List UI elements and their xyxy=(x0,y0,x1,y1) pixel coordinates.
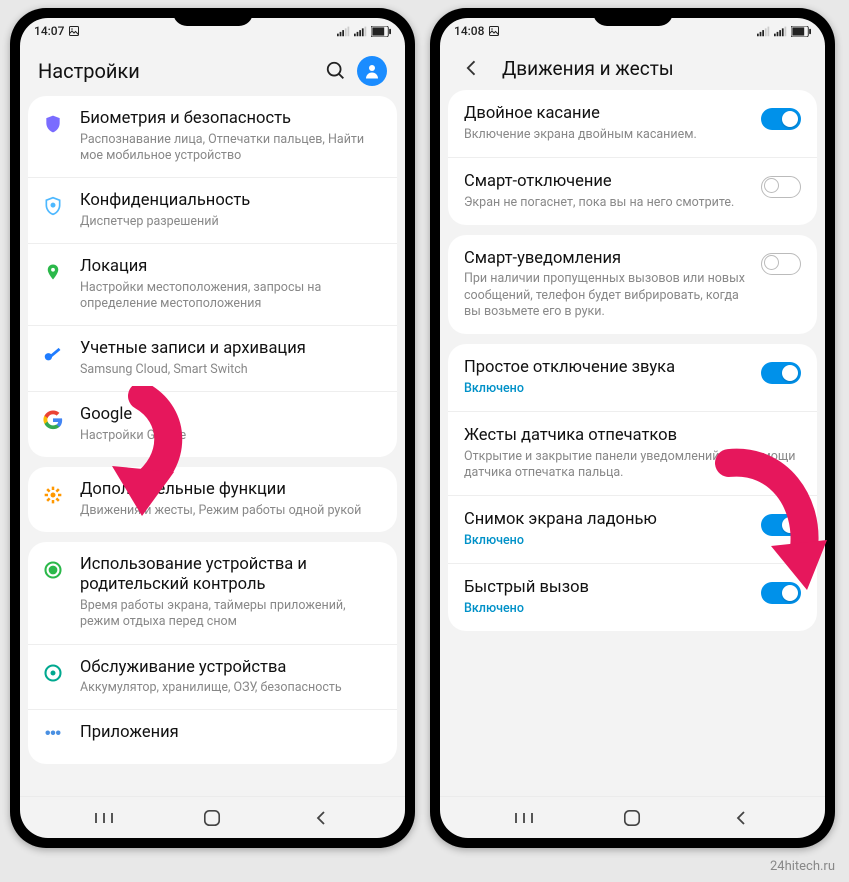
item-title: Дополнительные функции xyxy=(80,480,381,501)
gesture-item-easy-mute[interactable]: Простое отключение звука Включено xyxy=(448,344,817,412)
battery-icon xyxy=(791,26,811,37)
settings-item-privacy[interactable]: Конфиденциальность Диспетчер разрешений xyxy=(28,178,397,244)
picture-icon xyxy=(488,25,500,37)
nav-recent-button[interactable] xyxy=(499,803,549,833)
nav-recent-button[interactable] xyxy=(79,803,129,833)
item-title: Локация xyxy=(80,257,381,278)
phone-right: 14:08 Движения и жесты xyxy=(430,8,835,848)
shield-icon xyxy=(40,111,66,137)
item-title: Смарт-уведомления xyxy=(464,249,751,270)
signal-icon xyxy=(337,25,351,37)
item-subtitle: Включено xyxy=(464,381,751,397)
item-subtitle: Включение экрана двойным касанием. xyxy=(464,127,751,143)
settings-item-advanced[interactable]: Дополнительные функции Движения и жесты,… xyxy=(28,467,397,532)
item-subtitle: При наличии пропущенных вызовов или новы… xyxy=(464,271,751,320)
item-title: Конфиденциальность xyxy=(80,191,381,212)
lock-shield-icon xyxy=(40,193,66,219)
item-title: Снимок экрана ладонью xyxy=(464,510,751,531)
settings-item-apps[interactable]: Приложения xyxy=(28,710,397,764)
item-subtitle: Настройки Google xyxy=(80,428,381,444)
watermark: 24hitech.ru xyxy=(770,859,835,874)
item-subtitle: Диспетчер разрешений xyxy=(80,214,381,230)
settings-item-google[interactable]: Google Настройки Google xyxy=(28,392,397,457)
navigation-bar xyxy=(440,796,825,838)
item-title: Приложения xyxy=(80,723,381,744)
item-subtitle: Включено xyxy=(464,533,751,549)
key-icon xyxy=(40,341,66,367)
item-title: Жесты датчика отпечатков xyxy=(464,426,801,447)
item-subtitle: Открытие и закрытие панели уведомлений п… xyxy=(464,449,801,482)
signal-icon xyxy=(757,25,771,37)
item-subtitle: Экран не погаснет, пока вы на него смотр… xyxy=(464,195,751,211)
status-time: 14:08 xyxy=(454,24,484,38)
gestures-header: Движения и жесты xyxy=(440,42,825,90)
item-title: Биометрия и безопасность xyxy=(80,109,381,130)
gesture-item-fingerprint[interactable]: Жесты датчика отпечатков Открытие и закр… xyxy=(448,412,817,496)
item-subtitle: Время работы экрана, таймеры приложений,… xyxy=(80,598,381,631)
item-subtitle: Распознавание лица, Отпечатки пальцев, Н… xyxy=(80,132,381,165)
settings-item-device-care[interactable]: Обслуживание устройства Аккумулятор, хра… xyxy=(28,645,397,711)
picture-icon xyxy=(68,25,80,37)
profile-avatar[interactable] xyxy=(357,56,387,86)
item-title: Google xyxy=(80,405,381,426)
device-care-icon xyxy=(40,660,66,686)
status-time: 14:07 xyxy=(34,24,64,38)
page-title: Настройки xyxy=(38,59,315,83)
search-icon[interactable] xyxy=(325,60,347,82)
settings-item-wellbeing[interactable]: Использование устройства и родительский … xyxy=(28,542,397,645)
toggle-switch[interactable] xyxy=(761,253,801,275)
item-subtitle: Настройки местоположения, запросы на опр… xyxy=(80,280,381,313)
nav-home-button[interactable] xyxy=(607,803,657,833)
toggle-switch[interactable] xyxy=(761,362,801,384)
location-pin-icon xyxy=(40,259,66,285)
nav-back-button[interactable] xyxy=(716,803,766,833)
item-title: Быстрый вызов xyxy=(464,578,751,599)
gesture-item-direct-call[interactable]: Быстрый вызов Включено xyxy=(448,564,817,631)
phone-left: 14:07 Настройки xyxy=(10,8,415,848)
gesture-item-smart-stay[interactable]: Смарт-отключение Экран не погаснет, пока… xyxy=(448,158,817,225)
toggle-switch[interactable] xyxy=(761,108,801,130)
wellbeing-icon xyxy=(40,557,66,583)
toggle-switch[interactable] xyxy=(761,176,801,198)
gesture-item-smart-alert[interactable]: Смарт-уведомления При наличии пропущенны… xyxy=(448,235,817,334)
settings-item-biometrics[interactable]: Биометрия и безопасность Распознавание л… xyxy=(28,96,397,178)
item-title: Использование устройства и родительский … xyxy=(80,555,381,596)
apps-grid-icon xyxy=(40,725,66,751)
gear-flower-icon xyxy=(40,482,66,508)
google-icon xyxy=(40,407,66,433)
gesture-item-palm-swipe[interactable]: Снимок экрана ладонью Включено xyxy=(448,496,817,564)
gesture-item-double-tap[interactable]: Двойное касание Включение экрана двойным… xyxy=(448,90,817,158)
nav-home-button[interactable] xyxy=(187,803,237,833)
signal-icon-2 xyxy=(774,25,788,37)
toggle-switch[interactable] xyxy=(761,514,801,536)
nav-back-button[interactable] xyxy=(296,803,346,833)
toggle-switch[interactable] xyxy=(761,582,801,604)
notch xyxy=(593,8,673,26)
signal-icon-2 xyxy=(354,25,368,37)
item-subtitle: Аккумулятор, хранилище, ОЗУ, безопасност… xyxy=(80,680,381,696)
item-title: Простое отключение звука xyxy=(464,358,751,379)
settings-item-location[interactable]: Локация Настройки местоположения, запрос… xyxy=(28,244,397,326)
settings-item-accounts[interactable]: Учетные записи и архивация Samsung Cloud… xyxy=(28,326,397,392)
item-title: Учетные записи и архивация xyxy=(80,339,381,360)
item-subtitle: Движения и жесты, Режим работы одной рук… xyxy=(80,503,381,519)
navigation-bar xyxy=(20,796,405,838)
item-subtitle: Samsung Cloud, Smart Switch xyxy=(80,362,381,378)
item-title: Двойное касание xyxy=(464,104,751,125)
item-title: Смарт-отключение xyxy=(464,172,751,193)
page-title: Движения и жесты xyxy=(502,57,807,80)
notch xyxy=(173,8,253,26)
settings-header: Настройки xyxy=(20,42,405,96)
battery-icon xyxy=(371,26,391,37)
back-button[interactable] xyxy=(458,56,486,80)
item-title: Обслуживание устройства xyxy=(80,658,381,679)
item-subtitle: Включено xyxy=(464,601,751,617)
